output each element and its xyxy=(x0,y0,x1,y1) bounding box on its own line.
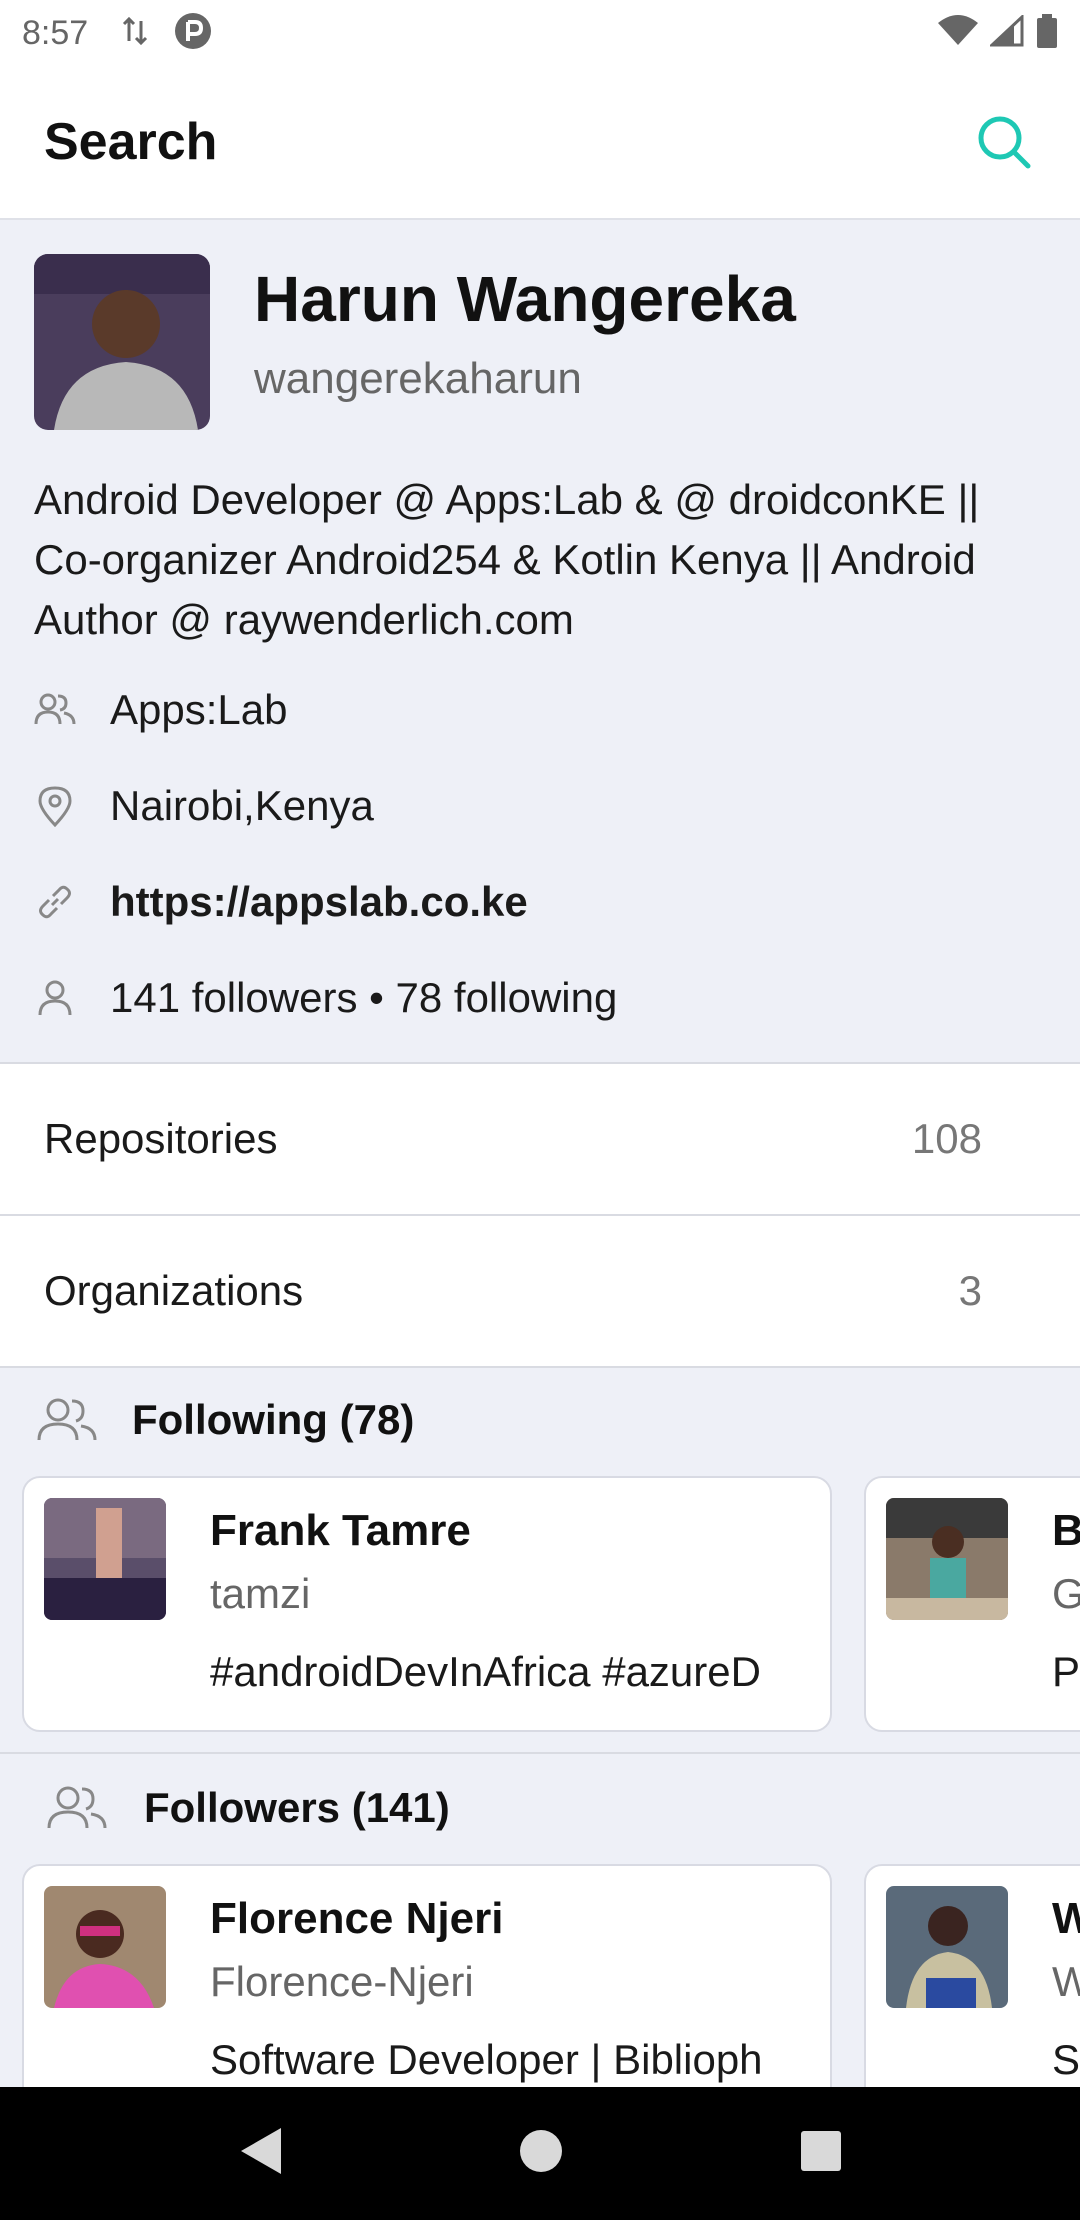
search-icon xyxy=(978,116,1031,169)
home-button[interactable] xyxy=(518,2128,564,2179)
location-pin-icon xyxy=(34,785,76,827)
recents-icon xyxy=(800,2131,841,2171)
profile-section: Harun Wangereka wangerekaharun Android D… xyxy=(0,220,1080,1062)
follower-card[interactable]: Florence Njeri Florence-Njeri Software D… xyxy=(22,1864,832,2120)
following-avatar xyxy=(44,1498,166,1620)
app-notification-icon xyxy=(174,12,212,55)
followers-header: Followers (141) xyxy=(0,1758,1080,1858)
following-card[interactable]: Frank Tamre tamzi #androidDevInAfrica #a… xyxy=(22,1476,832,1732)
following-title: Following (78) xyxy=(132,1396,415,1443)
profile-bio: Android Developer @ Apps:Lab & @ droidco… xyxy=(34,476,980,643)
people-icon xyxy=(36,1396,98,1444)
location-text: Nairobi,Kenya xyxy=(110,782,374,829)
search-button[interactable] xyxy=(972,110,1036,174)
website-link[interactable]: https://appslab.co.ke xyxy=(110,878,528,926)
following-bio: #androidDevInAfrica #azureD xyxy=(210,1648,761,1695)
followers-following-text: 141 followers • 78 following xyxy=(110,974,618,1021)
organizations-count: 3 xyxy=(958,1267,982,1314)
follower-login: Florence-Njeri xyxy=(210,1958,474,2005)
following-login: G xyxy=(1052,1570,1080,1618)
follower-avatar xyxy=(44,1886,166,2008)
company-text: Apps:Lab xyxy=(110,686,288,733)
organizations-row[interactable]: Organizations 3 xyxy=(0,1214,1080,1366)
organizations-label: Organizations xyxy=(44,1267,304,1314)
following-avatar xyxy=(886,1498,1008,1620)
following-login: tamzi xyxy=(210,1570,311,1617)
divider xyxy=(0,1366,1080,1368)
link-icon xyxy=(34,881,76,923)
following-card[interactable]: B G P xyxy=(864,1476,1080,1732)
followers-title: Followers (141) xyxy=(144,1784,450,1831)
repositories-count: 108 xyxy=(911,1115,982,1162)
cellular-signal-icon xyxy=(988,13,1024,52)
company-row: Apps:Lab xyxy=(34,680,287,740)
follower-name: W xyxy=(1052,1894,1080,1944)
recents-button[interactable] xyxy=(799,2129,843,2178)
profile-name: Harun Wangereka xyxy=(254,263,796,335)
following-name: Frank Tamre xyxy=(210,1506,471,1555)
data-transfer-icon xyxy=(122,15,148,52)
following-header: Following (78) xyxy=(0,1370,1080,1470)
follower-bio: Software Developer | Biblioph xyxy=(210,2036,763,2083)
back-button[interactable] xyxy=(237,2126,283,2181)
status-time: 8:57 xyxy=(22,13,89,52)
following-name: B xyxy=(1052,1506,1080,1556)
person-icon xyxy=(34,977,76,1019)
people-icon xyxy=(46,1784,108,1832)
wifi-icon xyxy=(938,14,978,52)
profile-login: wangerekaharun xyxy=(254,354,582,403)
following-bio: P xyxy=(1052,1648,1080,1695)
follower-card[interactable]: W W S xyxy=(864,1864,1080,2120)
page-title: Search xyxy=(44,113,218,171)
home-icon xyxy=(519,2130,562,2172)
repositories-row[interactable]: Repositories 108 xyxy=(0,1062,1080,1214)
follower-name: Florence Njeri xyxy=(210,1894,504,1943)
company-icon xyxy=(34,689,76,731)
followers-row: 141 followers • 78 following xyxy=(34,968,617,1028)
follower-login: W xyxy=(1052,1958,1080,2006)
avatar xyxy=(34,254,210,430)
follower-avatar xyxy=(886,1886,1008,2008)
system-navigation-bar xyxy=(0,2087,1080,2220)
back-icon xyxy=(241,2128,282,2174)
location-row: Nairobi,Kenya xyxy=(34,776,374,836)
website-row[interactable]: https://appslab.co.ke xyxy=(34,872,528,932)
divider xyxy=(0,1752,1080,1754)
battery-icon xyxy=(1036,13,1058,53)
app-bar: Search xyxy=(0,66,1080,220)
repositories-label: Repositories xyxy=(44,1115,278,1162)
status-bar: 8:57 xyxy=(0,0,1080,66)
follower-bio: S xyxy=(1052,2036,1080,2083)
